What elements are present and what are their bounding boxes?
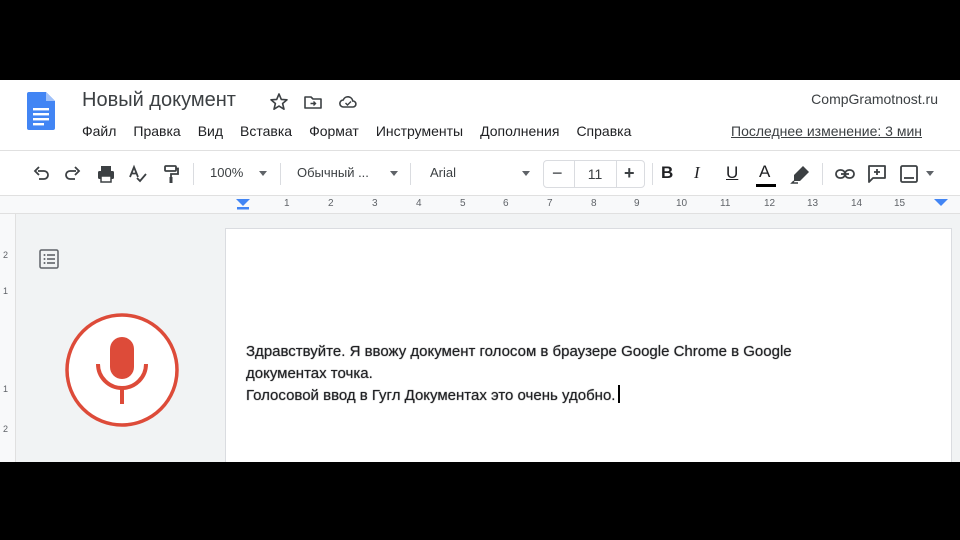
toolbar-separator — [652, 163, 653, 185]
ruler-number: 8 — [591, 198, 597, 209]
star-icon[interactable] — [269, 92, 289, 112]
ruler-number: 1 — [284, 198, 290, 209]
ruler-number: 11 — [720, 198, 731, 209]
vruler-number: 2 — [3, 250, 9, 260]
vruler-number: 2 — [3, 424, 9, 434]
redo-icon[interactable] — [62, 163, 84, 185]
move-folder-icon[interactable] — [303, 92, 323, 112]
last-edit-link[interactable]: Последнее изменение: 3 мин — [731, 123, 922, 139]
toolbar-separator — [280, 163, 281, 185]
paragraph-style-select[interactable]: Обычный ... — [297, 165, 369, 180]
print-icon[interactable] — [95, 163, 117, 185]
toolbar-separator — [822, 163, 823, 185]
paint-format-icon[interactable] — [160, 163, 182, 185]
title-bar: Новый документ CompGramotnost.ru Файл Пр… — [0, 80, 960, 148]
text-cursor — [618, 385, 621, 403]
ruler-number: 6 — [503, 198, 509, 209]
ruler-number: 12 — [764, 198, 776, 209]
vertical-ruler: 2 1 1 2 — [0, 214, 16, 462]
microphone-icon[interactable] — [64, 312, 180, 428]
site-watermark: CompGramotnost.ru — [811, 91, 938, 107]
ruler-number: 2 — [328, 198, 334, 209]
link-icon[interactable] — [834, 163, 856, 185]
menu-edit[interactable]: Правка — [133, 123, 180, 143]
zoom-caret-icon[interactable] — [259, 171, 267, 176]
spellcheck-icon[interactable] — [127, 163, 149, 185]
menu-insert[interactable]: Вставка — [240, 123, 292, 143]
stepper-divider — [616, 161, 617, 187]
menu-help[interactable]: Справка — [576, 123, 631, 143]
ruler-number: 3 — [372, 198, 378, 209]
toolbar: 100% Обычный ... Arial − 11 + B I U A — [0, 150, 960, 196]
ruler-number: 10 — [676, 198, 688, 209]
toolbar-separator — [193, 163, 194, 185]
ruler-number: 15 — [894, 198, 906, 209]
body-line-1: Здравствуйте. Я ввожу документ голосом в… — [246, 343, 792, 360]
vruler-number: 1 — [3, 286, 9, 296]
menu-file[interactable]: Файл — [82, 123, 116, 143]
menu-format[interactable]: Формат — [309, 123, 359, 143]
font-size-stepper: − 11 + — [543, 160, 645, 188]
horizontal-ruler: 1 2 3 4 5 6 7 8 9 10 11 12 13 14 15 — [0, 196, 960, 214]
zoom-select[interactable]: 100% — [210, 165, 243, 180]
italic-button[interactable]: I — [694, 163, 700, 183]
cloud-status-icon[interactable] — [338, 92, 358, 112]
right-indent-marker-icon[interactable] — [934, 199, 948, 210]
style-caret-icon[interactable] — [390, 171, 398, 176]
ruler-number: 7 — [547, 198, 553, 209]
menu-bar: Файл Правка Вид Вставка Формат Инструмен… — [82, 123, 648, 143]
document-title[interactable]: Новый документ — [82, 89, 236, 112]
ruler-number: 4 — [416, 198, 422, 209]
bold-button[interactable]: B — [661, 163, 673, 183]
ruler-number: 5 — [460, 198, 466, 209]
underline-button[interactable]: U — [726, 163, 738, 183]
outline-icon[interactable] — [38, 248, 60, 270]
text-color-button[interactable]: A — [759, 162, 770, 182]
body-line-3-text: Голосовой ввод в Гугл Документах это оче… — [246, 387, 616, 404]
docs-logo-icon[interactable] — [27, 92, 55, 130]
image-caret-icon[interactable] — [926, 171, 934, 176]
undo-icon[interactable] — [30, 163, 52, 185]
menu-view[interactable]: Вид — [198, 123, 223, 143]
document-page[interactable]: Здравствуйте. Я ввожу документ голосом в… — [225, 228, 952, 462]
font-select[interactable]: Arial — [430, 165, 456, 180]
menu-tools[interactable]: Инструменты — [376, 123, 463, 143]
docs-window: Новый документ CompGramotnost.ru Файл Пр… — [0, 80, 960, 462]
vruler-number: 1 — [3, 384, 9, 394]
ruler-number: 14 — [851, 198, 863, 209]
body-line-2: документах точка. — [246, 365, 373, 382]
body-line-3: Голосовой ввод в Гугл Документах это оче… — [246, 385, 792, 407]
highlighter-icon[interactable] — [790, 163, 812, 185]
font-size-increase-button[interactable]: + — [624, 163, 635, 184]
comment-icon[interactable] — [866, 163, 888, 185]
font-caret-icon[interactable] — [522, 171, 530, 176]
ruler-number: 13 — [807, 198, 819, 209]
font-size-decrease-button[interactable]: − — [552, 163, 563, 184]
toolbar-separator — [410, 163, 411, 185]
ruler-number: 9 — [634, 198, 640, 209]
document-body[interactable]: Здравствуйте. Я ввожу документ голосом в… — [246, 341, 792, 407]
image-icon[interactable] — [898, 163, 920, 185]
left-indent-marker-icon[interactable] — [236, 199, 250, 210]
document-workspace: 2 1 1 2 Здравствуйте. Я ввожу документ г… — [0, 214, 960, 462]
font-size-input[interactable]: 11 — [574, 166, 616, 182]
menu-addons[interactable]: Дополнения — [480, 123, 559, 143]
text-color-swatch — [756, 184, 776, 187]
